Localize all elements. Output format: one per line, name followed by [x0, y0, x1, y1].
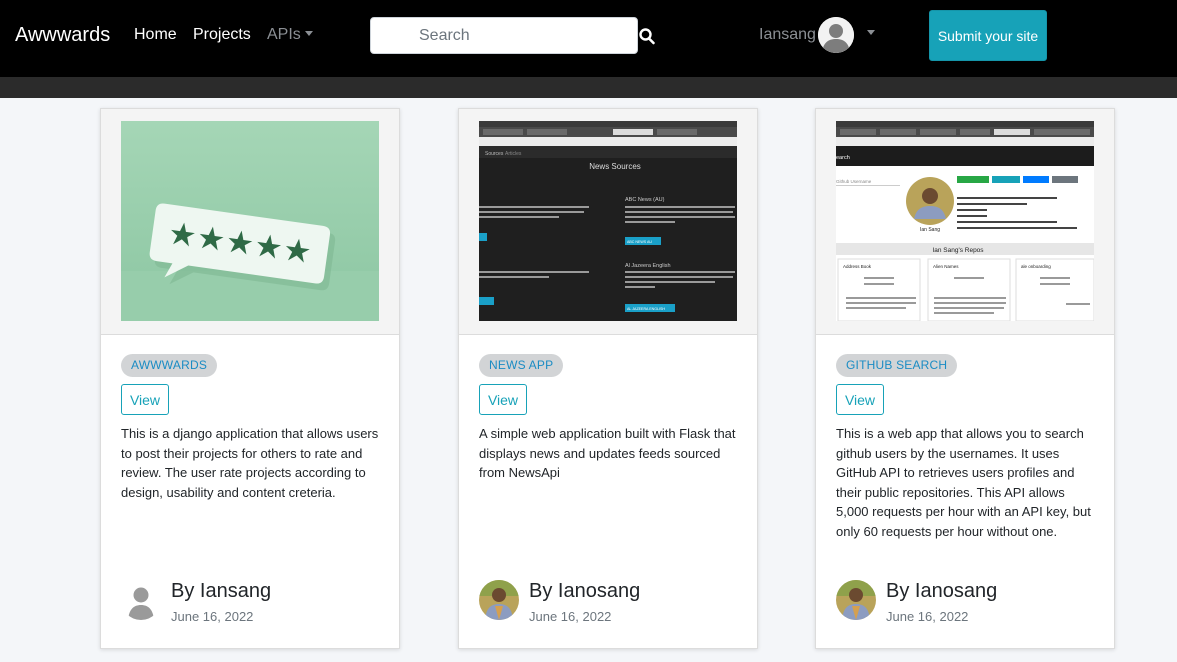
user-name[interactable]: Iansang: [759, 26, 816, 44]
post-date: June 16, 2022: [171, 609, 254, 624]
search-input[interactable]: [370, 17, 638, 54]
rating-stars-image[interactable]: [121, 121, 379, 321]
project-thumbnail-container: [101, 109, 399, 335]
thumb-nav-sources: Sources: [485, 151, 504, 157]
thumb-nav-articles: Articles: [505, 151, 522, 157]
nav-apis-label: APIs: [267, 26, 301, 43]
project-thumbnail-container: Sources Articles News Sources ABC News (…: [459, 109, 757, 335]
project-card-github-search: earch Github Username Ian Sang Ian Sang'…: [815, 108, 1115, 649]
search-icon[interactable]: [638, 26, 656, 46]
thumb-repo-1: Address Book: [843, 264, 872, 269]
view-button[interactable]: View: [479, 384, 527, 415]
thumb-repo-2: Alien Names: [933, 264, 959, 269]
github-search-screenshot[interactable]: earch Github Username Ian Sang Ian Sang'…: [836, 121, 1094, 321]
view-button[interactable]: View: [121, 384, 169, 415]
default-user-icon: [121, 580, 161, 620]
category-badge: AWWWARDS: [121, 354, 218, 377]
project-description: A simple web application built with Flas…: [479, 426, 736, 480]
project-description: This is a django application that allows…: [121, 426, 379, 500]
subnav-bar: [0, 77, 1177, 98]
author-name: By Ianosang: [529, 580, 641, 602]
user-menu-chevron-icon[interactable]: [867, 30, 875, 35]
author-name: By Iansang: [171, 580, 272, 602]
thumb-button-2: AL JAZEERA ENGLISH: [627, 307, 665, 311]
thumb-input: Github Username: [836, 179, 872, 184]
post-date: June 16, 2022: [529, 609, 612, 624]
thumb-repos-title: Ian Sang's Repos: [932, 247, 984, 254]
profile-photo: [836, 580, 876, 620]
author-name: By Ianosang: [886, 580, 998, 602]
nav-home-link[interactable]: Home: [134, 26, 177, 44]
thumb-source-1: ABC News (AU): [625, 197, 665, 203]
post-date: June 16, 2022: [886, 609, 969, 624]
thumb-source-2: Al Jazeera English: [625, 263, 671, 269]
project-thumbnail-container: earch Github Username Ian Sang Ian Sang'…: [816, 109, 1114, 335]
thumb-button-1: ABC NEWS AU: [627, 240, 652, 244]
chevron-down-icon: [304, 31, 313, 36]
thumb-profile-name: Ian Sang: [920, 227, 940, 233]
nav-projects-link[interactable]: Projects: [193, 26, 251, 44]
project-description: This is a web app that allows you to sea…: [836, 426, 1091, 539]
submit-site-button[interactable]: Submit your site: [929, 10, 1047, 61]
thumb-search-text: earch: [836, 155, 850, 161]
project-card-awwwards: AWWWARDS View This is a django applicati…: [100, 108, 400, 649]
category-badge: GITHUB SEARCH: [836, 354, 958, 377]
view-button[interactable]: View: [836, 384, 884, 415]
user-avatar-icon[interactable]: [818, 17, 854, 53]
category-badge: NEWS APP: [479, 354, 564, 377]
news-app-screenshot[interactable]: Sources Articles News Sources ABC News (…: [479, 121, 737, 321]
project-card-news-app: Sources Articles News Sources ABC News (…: [458, 108, 758, 649]
thumb-repo-3: ale onboarding: [1021, 264, 1051, 269]
nav-apis-dropdown[interactable]: APIs: [267, 26, 313, 44]
brand-logo[interactable]: Awwwards: [15, 24, 110, 47]
navbar: Awwwards Home Projects APIs Iansang Subm…: [0, 0, 1177, 77]
thumb-header: News Sources: [589, 162, 641, 171]
profile-photo: [479, 580, 519, 620]
